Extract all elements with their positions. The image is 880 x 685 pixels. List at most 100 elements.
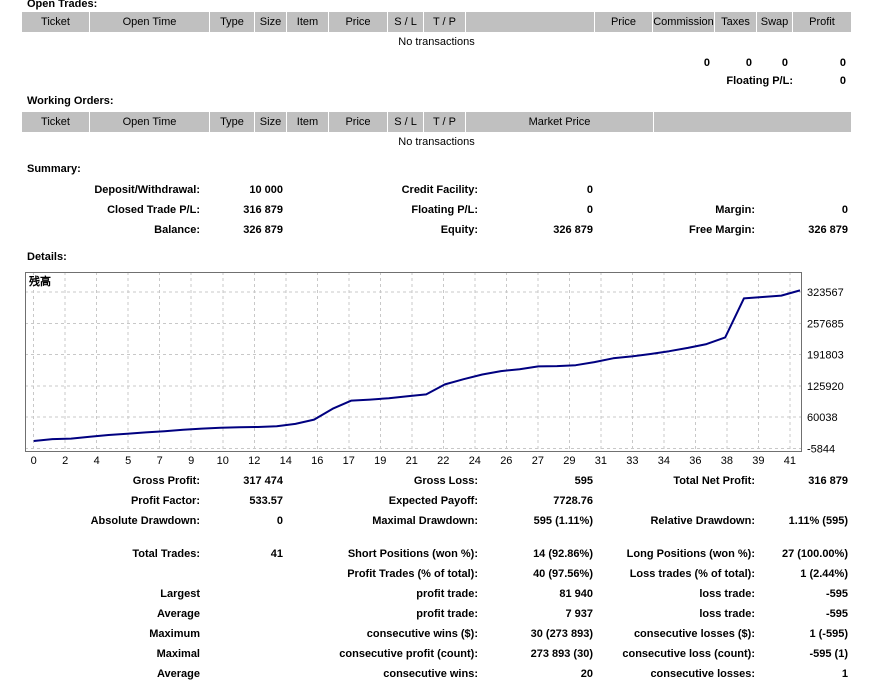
totals-value: 0 xyxy=(839,57,846,69)
x-axis-label: 29 xyxy=(563,455,575,467)
stat-label: Gross Profit: xyxy=(132,475,200,487)
x-axis-label: 9 xyxy=(188,455,194,467)
stat-value: 81 940 xyxy=(559,588,593,600)
column-header: Type xyxy=(210,12,255,32)
column-header: Type xyxy=(210,112,255,132)
stat-label xyxy=(593,491,755,511)
column-header: S / L xyxy=(388,112,424,132)
y-axis-label: 191803 xyxy=(807,350,844,362)
stat-value: 1 (-595) xyxy=(809,628,848,640)
stat-label: Long Positions (won %): xyxy=(626,548,755,560)
stat-value: 317 474 xyxy=(243,475,283,487)
stat-label: Maximal Drawdown: xyxy=(372,515,478,527)
chart-plot-area xyxy=(25,272,802,452)
details-stats-top-grid: Gross Profit: 317 474 Gross Loss: 595 Total … xyxy=(0,471,848,531)
details-stats-bottom-grid: Total Trades: 41 Short Positions (won %): 1… xyxy=(0,544,848,684)
working-orders-empty-text: No transactions xyxy=(398,136,475,148)
totals-spacer xyxy=(22,55,90,71)
x-axis-label: 38 xyxy=(721,455,733,467)
stat-value xyxy=(200,664,283,684)
stat-value xyxy=(200,584,283,604)
stat-label: Expected Payoff: xyxy=(388,495,478,507)
totals-value: 0 xyxy=(703,57,710,69)
stat-value xyxy=(200,564,283,584)
y-axis-label: 257685 xyxy=(807,318,844,330)
stat-label: consecutive wins ($): xyxy=(366,628,478,640)
stat-value: 10 000 xyxy=(249,184,283,196)
summary-heading: Summary: xyxy=(27,163,81,175)
stat-label: profit trade: xyxy=(416,608,478,620)
stat-value: 0 xyxy=(841,204,848,216)
stat-value: 30 (273 893) xyxy=(530,628,593,640)
x-axis-label: 34 xyxy=(658,455,670,467)
floating-pl-label: Floating P/L: xyxy=(726,75,793,87)
totals-spacer xyxy=(255,55,287,71)
y-axis-label: 125920 xyxy=(807,381,844,393)
x-axis-label: 31 xyxy=(595,455,607,467)
column-header: Commission xyxy=(653,12,715,32)
stat-label: Gross Loss: xyxy=(413,475,478,487)
stat-value: 1 xyxy=(841,668,848,680)
stat-label: Free Margin: xyxy=(688,224,755,236)
stat-label: Floating P/L: xyxy=(411,204,478,216)
x-axis-label: 0 xyxy=(31,455,37,467)
stat-label: Loss trades (% of total): xyxy=(629,568,755,580)
x-axis-label: 10 xyxy=(217,455,229,467)
stat-value: -595 (1) xyxy=(809,648,848,660)
summary-grid: Deposit/Withdrawal: 10 000 Credit Facility… xyxy=(0,180,848,240)
stat-label xyxy=(0,564,200,584)
details-heading: Details: xyxy=(27,251,67,263)
totals-spacer xyxy=(388,55,424,71)
stat-label: Credit Facility: xyxy=(401,184,478,196)
column-header xyxy=(654,112,851,132)
balance-chart: -5844600381259201918032576853235670 2 4 5 7 9… xyxy=(25,272,844,467)
column-header: Ticket xyxy=(22,112,90,132)
stat-value: 326 879 xyxy=(553,224,593,236)
stat-value: 0 xyxy=(586,204,593,216)
column-header: Price xyxy=(329,112,388,132)
stat-value: 273 893 (30) xyxy=(530,648,593,660)
x-axis-label: 39 xyxy=(752,455,764,467)
x-axis-label: 17 xyxy=(343,455,355,467)
stat-value: 595 (1.11%) xyxy=(533,515,593,527)
stat-value: 14 (92.86%) xyxy=(533,548,593,560)
y-axis-label: -5844 xyxy=(807,444,835,456)
totals-spacer xyxy=(210,55,255,71)
stat-label: Total Trades: xyxy=(132,548,200,560)
x-axis-label: 33 xyxy=(626,455,638,467)
stat-value: 326 879 xyxy=(808,224,848,236)
totals-spacer xyxy=(595,55,653,71)
stat-value: 7728.76 xyxy=(553,495,593,507)
stat-label: Average xyxy=(156,608,200,620)
stat-value: 41 xyxy=(270,548,283,560)
stat-label: Margin: xyxy=(715,204,755,216)
totals-spacer xyxy=(90,55,210,71)
stat-value xyxy=(200,604,283,624)
column-header: T / P xyxy=(424,112,466,132)
x-axis-label: 4 xyxy=(94,455,100,467)
column-header: Size xyxy=(255,12,287,32)
stat-label: consecutive loss (count): xyxy=(622,648,755,660)
y-axis-label: 323567 xyxy=(807,287,844,299)
column-header: Item xyxy=(287,12,329,32)
stat-value: 40 (97.56%) xyxy=(533,568,593,580)
stat-label: Relative Drawdown: xyxy=(650,515,755,527)
open-trades-heading: Open Trades: xyxy=(27,0,98,10)
x-axis-label: 26 xyxy=(500,455,512,467)
open-trades-header-row: Ticket Open Time Type Size Item Price S / LT /… xyxy=(22,12,851,32)
column-header: T / P xyxy=(424,12,466,32)
x-axis-label: 24 xyxy=(469,455,481,467)
stat-label: Deposit/Withdrawal: xyxy=(94,184,200,196)
column-header xyxy=(466,12,595,32)
floating-pl-row: Floating P/L: 0 xyxy=(22,75,851,87)
x-axis-label: 19 xyxy=(374,455,386,467)
x-axis-label: 36 xyxy=(689,455,701,467)
x-axis-label: 41 xyxy=(784,455,796,467)
column-header: Price xyxy=(329,12,388,32)
stat-label: Absolute Drawdown: xyxy=(90,515,200,527)
column-header: Profit xyxy=(793,12,851,32)
totals-value: 0 xyxy=(745,57,752,69)
stat-value: -595 xyxy=(825,588,848,600)
stat-value: 326 879 xyxy=(243,224,283,236)
stat-value: 20 xyxy=(580,668,593,680)
